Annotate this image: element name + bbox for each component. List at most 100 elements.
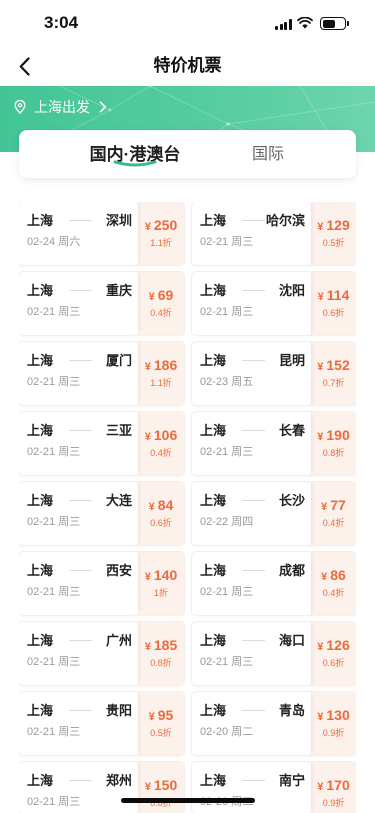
flight-card[interactable]: 上海 昆明 02-23 周五 ¥152 0.7折 <box>192 342 356 405</box>
departure-selector[interactable]: 上海出发 <box>14 97 107 117</box>
currency-symbol: ¥ <box>321 501 328 513</box>
price-section: ¥170 0.9折 <box>311 762 356 813</box>
price: ¥140 <box>145 566 177 586</box>
discount-label: 0.5折 <box>150 728 172 738</box>
discount-label: 0.5折 <box>322 238 345 248</box>
flight-date: 02-21 周三 <box>27 376 81 388</box>
currency-symbol: ¥ <box>144 571 151 583</box>
flight-date: 02-20 周二 <box>200 726 254 738</box>
price-section: ¥150 0.8折 <box>138 762 184 813</box>
flight-card[interactable]: 上海 郑州 02-21 周三 ¥150 0.8折 <box>19 762 184 813</box>
tab-domestic[interactable]: 国内·港澳台 <box>65 130 205 178</box>
origin-city: 上海 <box>200 563 227 578</box>
origin-city: 上海 <box>27 353 54 368</box>
flight-route-section: 上海 海口 02-21 周三 <box>192 622 311 685</box>
currency-symbol: ¥ <box>148 711 155 723</box>
flight-card[interactable]: 上海 青岛 02-20 周二 ¥130 0.9折 <box>192 692 356 755</box>
price-section: ¥77 0.4折 <box>311 482 356 545</box>
price: ¥129 <box>317 216 349 236</box>
discount-label: 0.4折 <box>322 588 345 598</box>
price-amount: 69 <box>157 287 174 303</box>
route-line <box>242 290 265 291</box>
battery-icon <box>320 17 346 30</box>
currency-symbol: ¥ <box>317 711 324 723</box>
origin-city: 上海 <box>27 423 54 438</box>
flight-card[interactable]: 上海 成都 02-21 周三 ¥86 0.4折 <box>192 552 356 615</box>
flight-card[interactable]: 上海 贵阳 02-21 周三 ¥95 0.5折 <box>19 692 184 755</box>
route-line <box>69 640 92 641</box>
flight-route-section: 上海 长春 02-21 周三 <box>192 412 311 475</box>
discount-label: 0.6折 <box>322 308 345 318</box>
currency-symbol: ¥ <box>317 641 324 653</box>
price-section: ¥126 0.6折 <box>311 622 356 685</box>
price-amount: 140 <box>153 567 178 583</box>
price: ¥152 <box>317 356 349 376</box>
destination-city: 重庆 <box>105 283 132 298</box>
active-tab-indicator <box>113 160 157 167</box>
route-line <box>69 220 92 221</box>
flight-card[interactable]: 上海 哈尔滨 02-21 周三 ¥129 0.5折 <box>192 202 356 265</box>
origin-city: 上海 <box>200 283 227 298</box>
currency-symbol: ¥ <box>144 781 151 793</box>
destination-city: 南宁 <box>278 773 305 788</box>
discount-label: 1折 <box>153 588 168 598</box>
flight-card[interactable]: 上海 南宁 02-20 周二 ¥170 0.9折 <box>192 762 356 813</box>
flight-card[interactable]: 上海 西安 02-21 周三 ¥140 1折 <box>19 552 184 615</box>
flight-date: 02-23 周五 <box>200 376 254 388</box>
destination-city: 昆明 <box>278 353 305 368</box>
flight-route-section: 上海 重庆 02-21 周三 <box>19 272 138 335</box>
flight-card[interactable]: 上海 大连 02-21 周三 ¥84 0.6折 <box>19 482 184 545</box>
price-section: ¥186 1.1折 <box>138 342 184 405</box>
origin-city: 上海 <box>200 703 227 718</box>
origin-city: 上海 <box>200 213 227 228</box>
route-line <box>69 500 92 501</box>
flight-route-section: 上海 郑州 02-21 周三 <box>19 762 138 813</box>
destination-city: 长春 <box>278 423 305 438</box>
flight-card[interactable]: 上海 海口 02-21 周三 ¥126 0.6折 <box>192 622 356 685</box>
route-line <box>242 570 265 571</box>
destination-city: 哈尔滨 <box>265 213 305 228</box>
price: ¥190 <box>317 426 349 446</box>
flight-route-section: 上海 哈尔滨 02-21 周三 <box>192 202 311 265</box>
origin-city: 上海 <box>200 633 227 648</box>
price-amount: 152 <box>326 357 350 373</box>
price-section: ¥130 0.9折 <box>311 692 356 755</box>
flight-route-section: 上海 厦门 02-21 周三 <box>19 342 138 405</box>
flight-date: 02-21 周三 <box>200 306 254 318</box>
origin-city: 上海 <box>27 283 54 298</box>
currency-symbol: ¥ <box>144 431 151 443</box>
price: ¥130 <box>317 706 349 726</box>
price-section: ¥95 0.5折 <box>138 692 184 755</box>
tab-international[interactable]: 国际 <box>238 130 298 178</box>
region-tabs: 国内·港澳台 国际 <box>19 130 356 178</box>
discount-label: 0.4折 <box>150 448 172 458</box>
flight-list: 上海 深圳 02-24 周六 ¥250 1.1折 上海 哈尔滨 02-21 周三… <box>19 202 356 813</box>
price: ¥170 <box>317 776 349 796</box>
flight-route-section: 上海 广州 02-21 周三 <box>19 622 138 685</box>
discount-label: 0.8折 <box>150 658 172 668</box>
flight-card[interactable]: 上海 重庆 02-21 周三 ¥69 0.4折 <box>19 272 184 335</box>
flight-card[interactable]: 上海 三亚 02-21 周三 ¥106 0.4折 <box>19 412 184 475</box>
flight-card[interactable]: 上海 长沙 02-22 周四 ¥77 0.4折 <box>192 482 356 545</box>
battery-level <box>322 19 336 28</box>
price: ¥250 <box>145 216 177 236</box>
price-amount: 170 <box>326 777 350 793</box>
flight-route-section: 上海 贵阳 02-21 周三 <box>19 692 138 755</box>
destination-city: 贵阳 <box>105 703 132 718</box>
currency-symbol: ¥ <box>317 431 324 443</box>
flight-date: 02-21 周三 <box>27 586 81 598</box>
flight-card[interactable]: 上海 深圳 02-24 周六 ¥250 1.1折 <box>19 202 184 265</box>
flight-card[interactable]: 上海 沈阳 02-21 周三 ¥114 0.6折 <box>192 272 356 335</box>
flight-date: 02-21 周三 <box>27 796 81 808</box>
flight-card[interactable]: 上海 广州 02-21 周三 ¥185 0.8折 <box>19 622 184 685</box>
destination-city: 深圳 <box>105 213 132 228</box>
price-amount: 186 <box>153 357 178 373</box>
flight-card[interactable]: 上海 厦门 02-21 周三 ¥186 1.1折 <box>19 342 184 405</box>
flight-date: 02-21 周三 <box>27 656 81 668</box>
flight-card[interactable]: 上海 长春 02-21 周三 ¥190 0.8折 <box>192 412 356 475</box>
flight-route-section: 上海 长沙 02-22 周四 <box>192 482 311 545</box>
currency-symbol: ¥ <box>144 221 151 233</box>
flight-route-section: 上海 南宁 02-20 周二 <box>192 762 311 813</box>
origin-city: 上海 <box>200 773 227 788</box>
currency-symbol: ¥ <box>317 221 324 233</box>
